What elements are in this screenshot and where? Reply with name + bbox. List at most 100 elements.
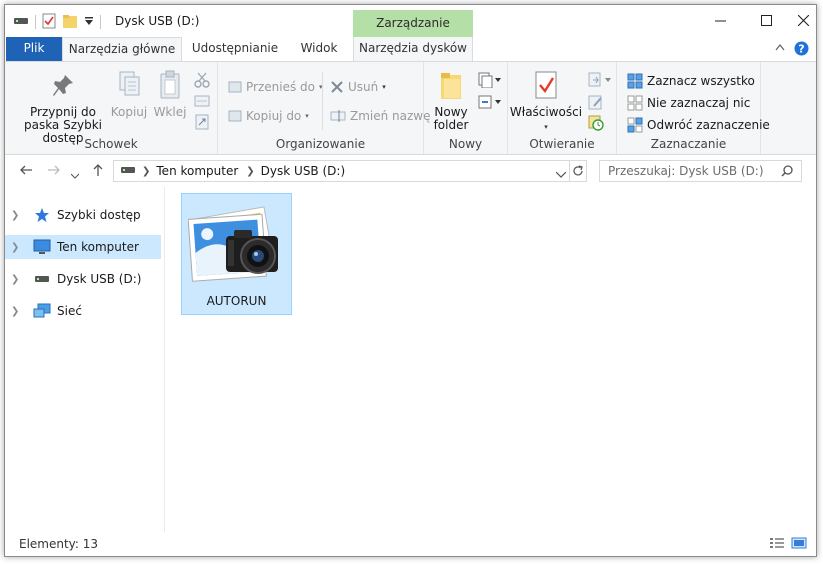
organize-divider: [322, 72, 323, 130]
address-bar[interactable]: ❯ Ten komputer ❯ Dysk USB (D:): [113, 160, 587, 182]
breadcrumb-usb-drive[interactable]: Dysk USB (D:): [261, 164, 345, 178]
nav-label: Dysk USB (D:): [57, 272, 142, 286]
easy-access-icon[interactable]: [478, 94, 502, 113]
tab-drive-tools[interactable]: Narzędzia dysków: [353, 37, 473, 61]
forward-arrow-icon: [48, 165, 60, 175]
edit-icon[interactable]: [588, 94, 604, 113]
back-arrow-icon: [20, 165, 32, 175]
large-icons-view-icon[interactable]: [791, 537, 807, 552]
group-open: Właściwości ▾ Otwieranie: [508, 62, 617, 154]
breadcrumb-this-pc[interactable]: Ten komputer: [156, 164, 238, 178]
nav-label: Sieć: [57, 304, 82, 318]
group-clipboard: Przypnij do paska Szybki dostęp Kopiuj W…: [5, 62, 218, 154]
expand-chevron-icon[interactable]: ❯: [11, 210, 23, 221]
history-icon[interactable]: [588, 115, 604, 134]
new-item-icon[interactable]: [478, 72, 502, 91]
group-label-open: Otwieranie: [529, 137, 595, 151]
window-title: Dysk USB (D:): [115, 14, 200, 28]
collapse-ribbon-icon[interactable]: [775, 43, 785, 54]
invert-selection-button[interactable]: Odwróć zaznaczenie: [627, 117, 770, 133]
forward-button[interactable]: [47, 163, 61, 181]
drive-icon: [120, 164, 136, 178]
tab-home[interactable]: Narzędzia główne: [62, 37, 182, 61]
new-folder-qat-icon[interactable]: [62, 13, 78, 32]
refresh-icon: [573, 165, 583, 176]
navigation-pane: ❯ Szybki dostęp ❯ Ten komputer ❯ Dysk US…: [5, 187, 165, 532]
select-none-button[interactable]: Nie zaznaczaj nic: [627, 95, 750, 111]
breadcrumb-separator-icon[interactable]: ❯: [142, 166, 150, 177]
details-view-icon[interactable]: [769, 537, 785, 552]
tab-view[interactable]: Widok: [288, 37, 350, 61]
close-button[interactable]: [789, 5, 816, 35]
expand-chevron-icon[interactable]: ❯: [11, 242, 23, 253]
search-box[interactable]: Przeszukaj: Dysk USB (D:): [599, 160, 802, 182]
pin-quick-access-button[interactable]: Przypnij do paska Szybki dostęp: [11, 72, 115, 145]
nav-label: Ten komputer: [57, 240, 139, 254]
qat-separator: [100, 15, 101, 29]
new-folder-button[interactable]: Nowy folder: [430, 70, 472, 132]
select-all-button[interactable]: Zaznacz wszystko: [627, 73, 755, 89]
invert-selection-icon: [627, 117, 643, 133]
file-item-autorun[interactable]: AUTORUN: [181, 193, 292, 315]
network-icon: [31, 303, 53, 319]
rename-button[interactable]: Zmień nazwę: [330, 109, 431, 123]
open-icon[interactable]: [588, 72, 612, 91]
nav-item-network[interactable]: ❯ Sieć: [5, 299, 161, 323]
group-label-select: Zaznaczanie: [650, 137, 727, 151]
nav-item-usb-drive[interactable]: ❯ Dysk USB (D:): [5, 267, 161, 291]
paste-shortcut-icon[interactable]: [194, 114, 210, 133]
nav-item-quick-access[interactable]: ❯ Szybki dostęp: [5, 203, 161, 227]
qat-separator: [35, 15, 36, 29]
close-icon: [798, 14, 809, 26]
breadcrumb-separator-icon[interactable]: ❯: [246, 166, 254, 177]
address-dropdown-icon[interactable]: [555, 167, 567, 181]
refresh-button[interactable]: [569, 160, 587, 182]
usb-drive-icon: [31, 274, 53, 284]
copy-to-icon: [228, 110, 242, 122]
recent-locations-button[interactable]: [70, 165, 80, 183]
select-none-icon: [627, 95, 643, 111]
up-arrow-icon: [93, 164, 103, 176]
expand-chevron-icon[interactable]: ❯: [11, 274, 23, 285]
move-to-icon: [228, 81, 242, 93]
explorer-window: Dysk USB (D:) Zarządzanie Plik Narzędzia…: [4, 4, 817, 557]
title-bar: Dysk USB (D:) Zarządzanie: [5, 5, 816, 37]
svg-text:?: ?: [798, 43, 804, 56]
rename-icon: [330, 110, 346, 122]
up-button[interactable]: [91, 163, 105, 181]
expand-chevron-icon[interactable]: ❯: [11, 306, 23, 317]
back-button[interactable]: [19, 163, 33, 181]
new-folder-icon: [441, 73, 461, 99]
copy-to-button[interactable]: Kopiuj do ▾: [228, 109, 309, 123]
minimize-button[interactable]: [697, 5, 743, 35]
pin-icon: [53, 75, 73, 96]
minimize-icon: [714, 20, 726, 21]
ribbon-home: Przypnij do paska Szybki dostęp Kopiuj W…: [5, 61, 816, 155]
chevron-down-icon: [70, 173, 80, 179]
maximize-button[interactable]: [743, 5, 789, 35]
tab-file[interactable]: Plik: [6, 37, 62, 61]
copy-path-icon[interactable]: [194, 95, 210, 110]
search-placeholder[interactable]: Przeszukaj: Dysk USB (D:): [608, 164, 764, 178]
quick-access-toolbar: [13, 13, 101, 31]
paste-button[interactable]: Wklej: [152, 70, 188, 119]
properties-qat-icon[interactable]: [42, 13, 56, 32]
drive-icon: [13, 15, 29, 29]
nav-label: Szybki dostęp: [57, 208, 141, 222]
copy-button[interactable]: Kopiuj: [109, 70, 149, 119]
nav-item-this-pc[interactable]: ❯ Ten komputer: [5, 235, 161, 259]
search-icon[interactable]: [781, 165, 793, 180]
maximize-icon: [760, 14, 772, 26]
delete-button[interactable]: Usuń ▾: [330, 80, 386, 94]
group-organize: Przenieś do ▾ Kopiuj do ▾ Usuń ▾ Zmień nazw…: [218, 62, 431, 154]
properties-button[interactable]: Właściwości ▾: [510, 70, 582, 134]
tab-share[interactable]: Udostępnianie: [187, 37, 283, 61]
context-header-manage: Zarządzanie: [353, 10, 473, 37]
cut-icon[interactable]: [194, 72, 210, 91]
help-icon[interactable]: ?: [794, 41, 809, 59]
copy-icon: [119, 71, 140, 96]
item-count: Elementy: 13: [19, 537, 99, 551]
move-to-button[interactable]: Przenieś do ▾: [228, 80, 323, 94]
group-label-clipboard: Schowek: [84, 137, 138, 151]
qat-customize-icon[interactable]: [84, 15, 94, 29]
